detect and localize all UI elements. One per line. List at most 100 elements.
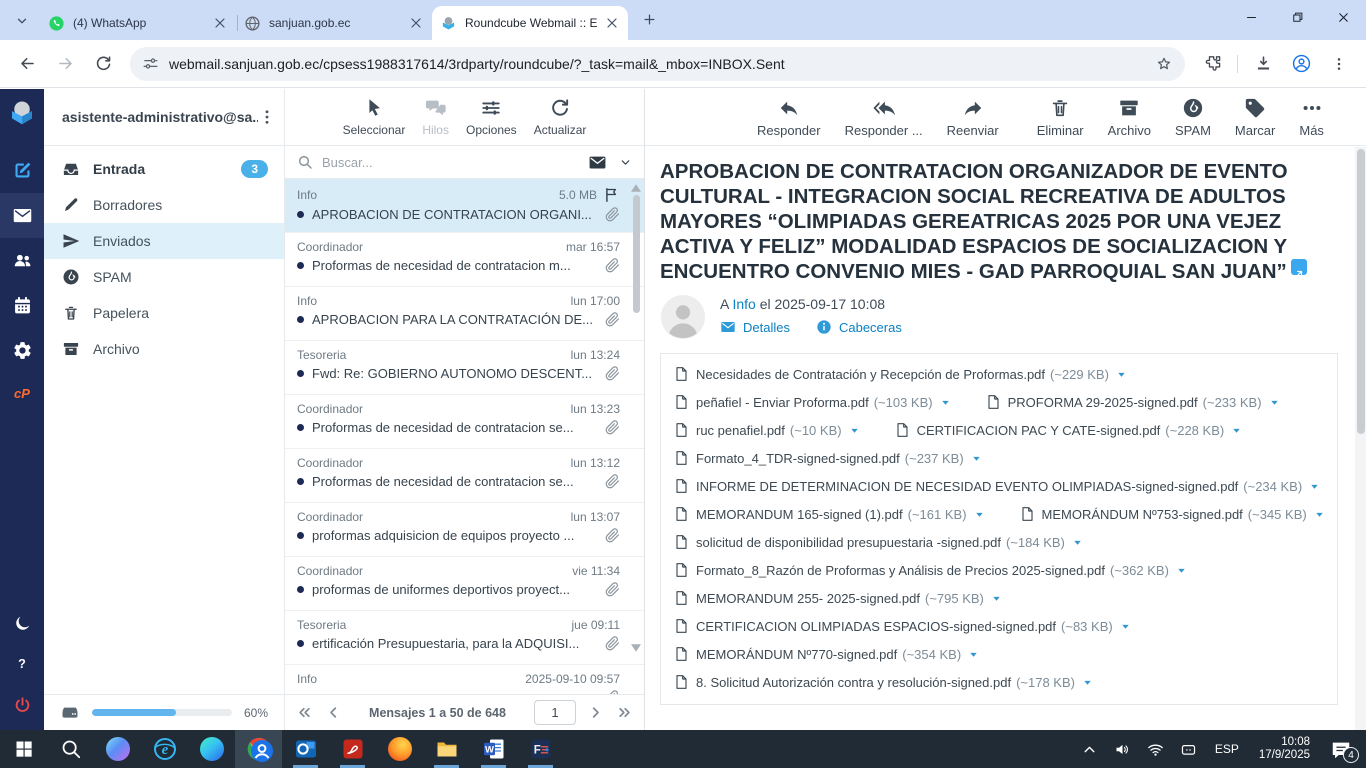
message-toolbar-button-reenviar[interactable]: Reenviar xyxy=(947,97,999,138)
attachment-item[interactable]: PROFORMA 29-2025-signed.pdf(~233 KB) xyxy=(985,394,1280,410)
list-toolbar-button-hilos[interactable]: Hilos xyxy=(422,97,449,137)
wifi-icon[interactable] xyxy=(1147,741,1164,758)
open-in-new-window-icon[interactable] xyxy=(1291,259,1307,275)
rail-contacts-button[interactable] xyxy=(0,238,44,283)
sidebar-folder-borradores[interactable]: Borradores xyxy=(44,187,284,223)
attachment-menu-icon[interactable] xyxy=(849,425,860,436)
tab-search-button[interactable] xyxy=(8,7,36,35)
taskbar-chrome-button[interactable] xyxy=(235,730,282,768)
extensions-button[interactable] xyxy=(1195,47,1229,81)
taskbar-fes-button[interactable]: F xyxy=(517,730,564,768)
attachment-menu-icon[interactable] xyxy=(974,509,985,520)
browser-tab-roundcube-webmail-enviados[interactable]: Roundcube Webmail :: Enviados xyxy=(432,6,628,40)
taskbar-edge-button[interactable] xyxy=(188,730,235,768)
list-toolbar-button-opciones[interactable]: Opciones xyxy=(466,97,517,137)
from-link[interactable]: Info xyxy=(732,296,755,312)
attachment-item[interactable]: MEMORANDUM 255- 2025-signed.pdf(~795 KB) xyxy=(673,590,1002,606)
content-scrollbar-thumb[interactable] xyxy=(1357,149,1365,434)
rail-mail-button[interactable] xyxy=(0,193,44,238)
attachment-item[interactable]: peñafiel - Enviar Proforma.pdf(~103 KB) xyxy=(673,394,951,410)
rail-compose-button[interactable] xyxy=(0,148,44,193)
attachment-menu-icon[interactable] xyxy=(940,397,951,408)
notification-center-button[interactable]: 4 xyxy=(1330,739,1352,759)
page-number-input[interactable] xyxy=(534,700,576,725)
sidebar-folder-enviados[interactable]: Enviados xyxy=(44,223,284,259)
prev-page-icon[interactable] xyxy=(326,705,341,720)
attachment-menu-icon[interactable] xyxy=(971,453,982,464)
attachment-name[interactable]: Formato_4_TDR-signed-signed.pdf xyxy=(696,451,900,466)
reload-button[interactable] xyxy=(86,47,120,81)
message-toolbar-button-eliminar[interactable]: Eliminar xyxy=(1037,97,1084,138)
list-toolbar-button-seleccionar[interactable]: Seleccionar xyxy=(343,97,406,137)
attachment-menu-icon[interactable] xyxy=(968,649,979,660)
taskbar-ie-button[interactable]: e xyxy=(141,730,188,768)
taskbar-copilot-button[interactable] xyxy=(94,730,141,768)
taskbar-word-button[interactable]: W xyxy=(470,730,517,768)
content-scrollbar[interactable] xyxy=(1355,147,1366,730)
attachment-menu-icon[interactable] xyxy=(1082,677,1093,688)
attachment-item[interactable]: MEMORÁNDUM Nº753-signed.pdf(~345 KB) xyxy=(1019,506,1325,522)
rail-calendar-button[interactable] xyxy=(0,283,44,328)
attachment-name[interactable]: ruc penafiel.pdf xyxy=(696,423,785,438)
forward-button[interactable] xyxy=(48,47,82,81)
attachment-menu-icon[interactable] xyxy=(1120,621,1131,632)
attachment-name[interactable]: 8. Solicitud Autorización contra y resol… xyxy=(696,675,1011,690)
sidebar-folder-archivo[interactable]: Archivo xyxy=(44,331,284,367)
attachment-menu-icon[interactable] xyxy=(1116,369,1127,380)
sidebar-folder-spam[interactable]: SPAM xyxy=(44,259,284,295)
start-button[interactable] xyxy=(0,730,47,768)
site-info-icon[interactable] xyxy=(142,55,159,72)
message-toolbar-button-m-s[interactable]: Más xyxy=(1299,97,1324,138)
message-list-item[interactable]: Coordinadorlun 13:07proformas adquisicio… xyxy=(285,503,644,557)
attachment-item[interactable]: Necesidades de Contratación y Recepción … xyxy=(673,366,1127,382)
cast-icon[interactable] xyxy=(1180,741,1197,758)
account-menu-icon[interactable] xyxy=(258,108,276,126)
attachment-menu-icon[interactable] xyxy=(1309,481,1320,492)
attachment-name[interactable]: MEMORANDUM 165-signed (1).pdf xyxy=(696,507,903,522)
message-list-item[interactable]: Info5.0 MBAPROBACION DE CONTRATACION ORG… xyxy=(285,179,644,233)
message-toolbar-button-marcar[interactable]: Marcar xyxy=(1235,97,1275,138)
attachment-name[interactable]: Formato_8_Razón de Proformas y Análisis … xyxy=(696,563,1105,578)
attachment-menu-icon[interactable] xyxy=(1231,425,1242,436)
attachment-menu-icon[interactable] xyxy=(1072,537,1083,548)
rail-logout-button[interactable] xyxy=(0,684,44,726)
tab-close-icon[interactable] xyxy=(212,15,228,31)
headers-toggle[interactable]: Cabeceras xyxy=(816,319,902,335)
scroll-down-icon[interactable] xyxy=(631,644,641,652)
attachment-item[interactable]: CERTIFICACION PAC Y CATE-signed.pdf(~228… xyxy=(894,422,1243,438)
restore-button[interactable] xyxy=(1274,0,1320,34)
attachment-name[interactable]: Necesidades de Contratación y Recepción … xyxy=(696,367,1045,382)
taskbar-acrobat-button[interactable] xyxy=(329,730,376,768)
attachment-item[interactable]: solicitud de disponibilidad presupuestar… xyxy=(673,534,1083,550)
message-list-item[interactable]: Tesorerialun 13:24Fwd: Re: GOBIERNO AUTO… xyxy=(285,341,644,395)
address-bar[interactable]: webmail.sanjuan.gob.ec/cpsess1988317614/… xyxy=(130,47,1185,81)
attachment-name[interactable]: CERTIFICACION PAC Y CATE-signed.pdf xyxy=(917,423,1161,438)
attachment-name[interactable]: MEMORÁNDUM Nº770-signed.pdf xyxy=(696,647,897,662)
taskbar-outlook-button[interactable] xyxy=(282,730,329,768)
tray-expand-icon[interactable] xyxy=(1081,741,1098,758)
message-toolbar-button-responder[interactable]: Responder xyxy=(757,97,821,138)
attachment-menu-icon[interactable] xyxy=(1314,509,1325,520)
attachment-name[interactable]: MEMORÁNDUM Nº753-signed.pdf xyxy=(1042,507,1243,522)
volume-icon[interactable] xyxy=(1114,741,1131,758)
taskbar-explorer-button[interactable] xyxy=(423,730,470,768)
details-toggle[interactable]: Detalles xyxy=(720,319,790,335)
message-toolbar-button-archivo[interactable]: Archivo xyxy=(1108,97,1151,138)
first-page-icon[interactable] xyxy=(297,705,312,720)
list-toolbar-button-actualizar[interactable]: Actualizar xyxy=(534,97,587,137)
attachment-name[interactable]: solicitud de disponibilidad presupuestar… xyxy=(696,535,1001,550)
attachment-item[interactable]: Formato_8_Razón de Proformas y Análisis … xyxy=(673,562,1187,578)
rail-cpanel-button[interactable]: cP xyxy=(14,373,30,413)
flag-icon[interactable] xyxy=(603,186,620,203)
message-list-item[interactable]: Coordinadormar 16:57Proformas de necesid… xyxy=(285,233,644,287)
scroll-up-icon[interactable] xyxy=(631,184,641,192)
taskbar-search-button[interactable] xyxy=(47,730,94,768)
profile-button[interactable] xyxy=(1284,47,1318,81)
message-list-item[interactable]: Coordinadorlun 13:12Proformas de necesid… xyxy=(285,449,644,503)
downloads-button[interactable] xyxy=(1246,47,1280,81)
minimize-button[interactable] xyxy=(1228,0,1274,34)
last-page-icon[interactable] xyxy=(617,705,632,720)
message-list-item[interactable]: Coordinadorlun 13:23Proformas de necesid… xyxy=(285,395,644,449)
tab-close-icon[interactable] xyxy=(604,15,620,31)
close-window-button[interactable] xyxy=(1320,0,1366,34)
